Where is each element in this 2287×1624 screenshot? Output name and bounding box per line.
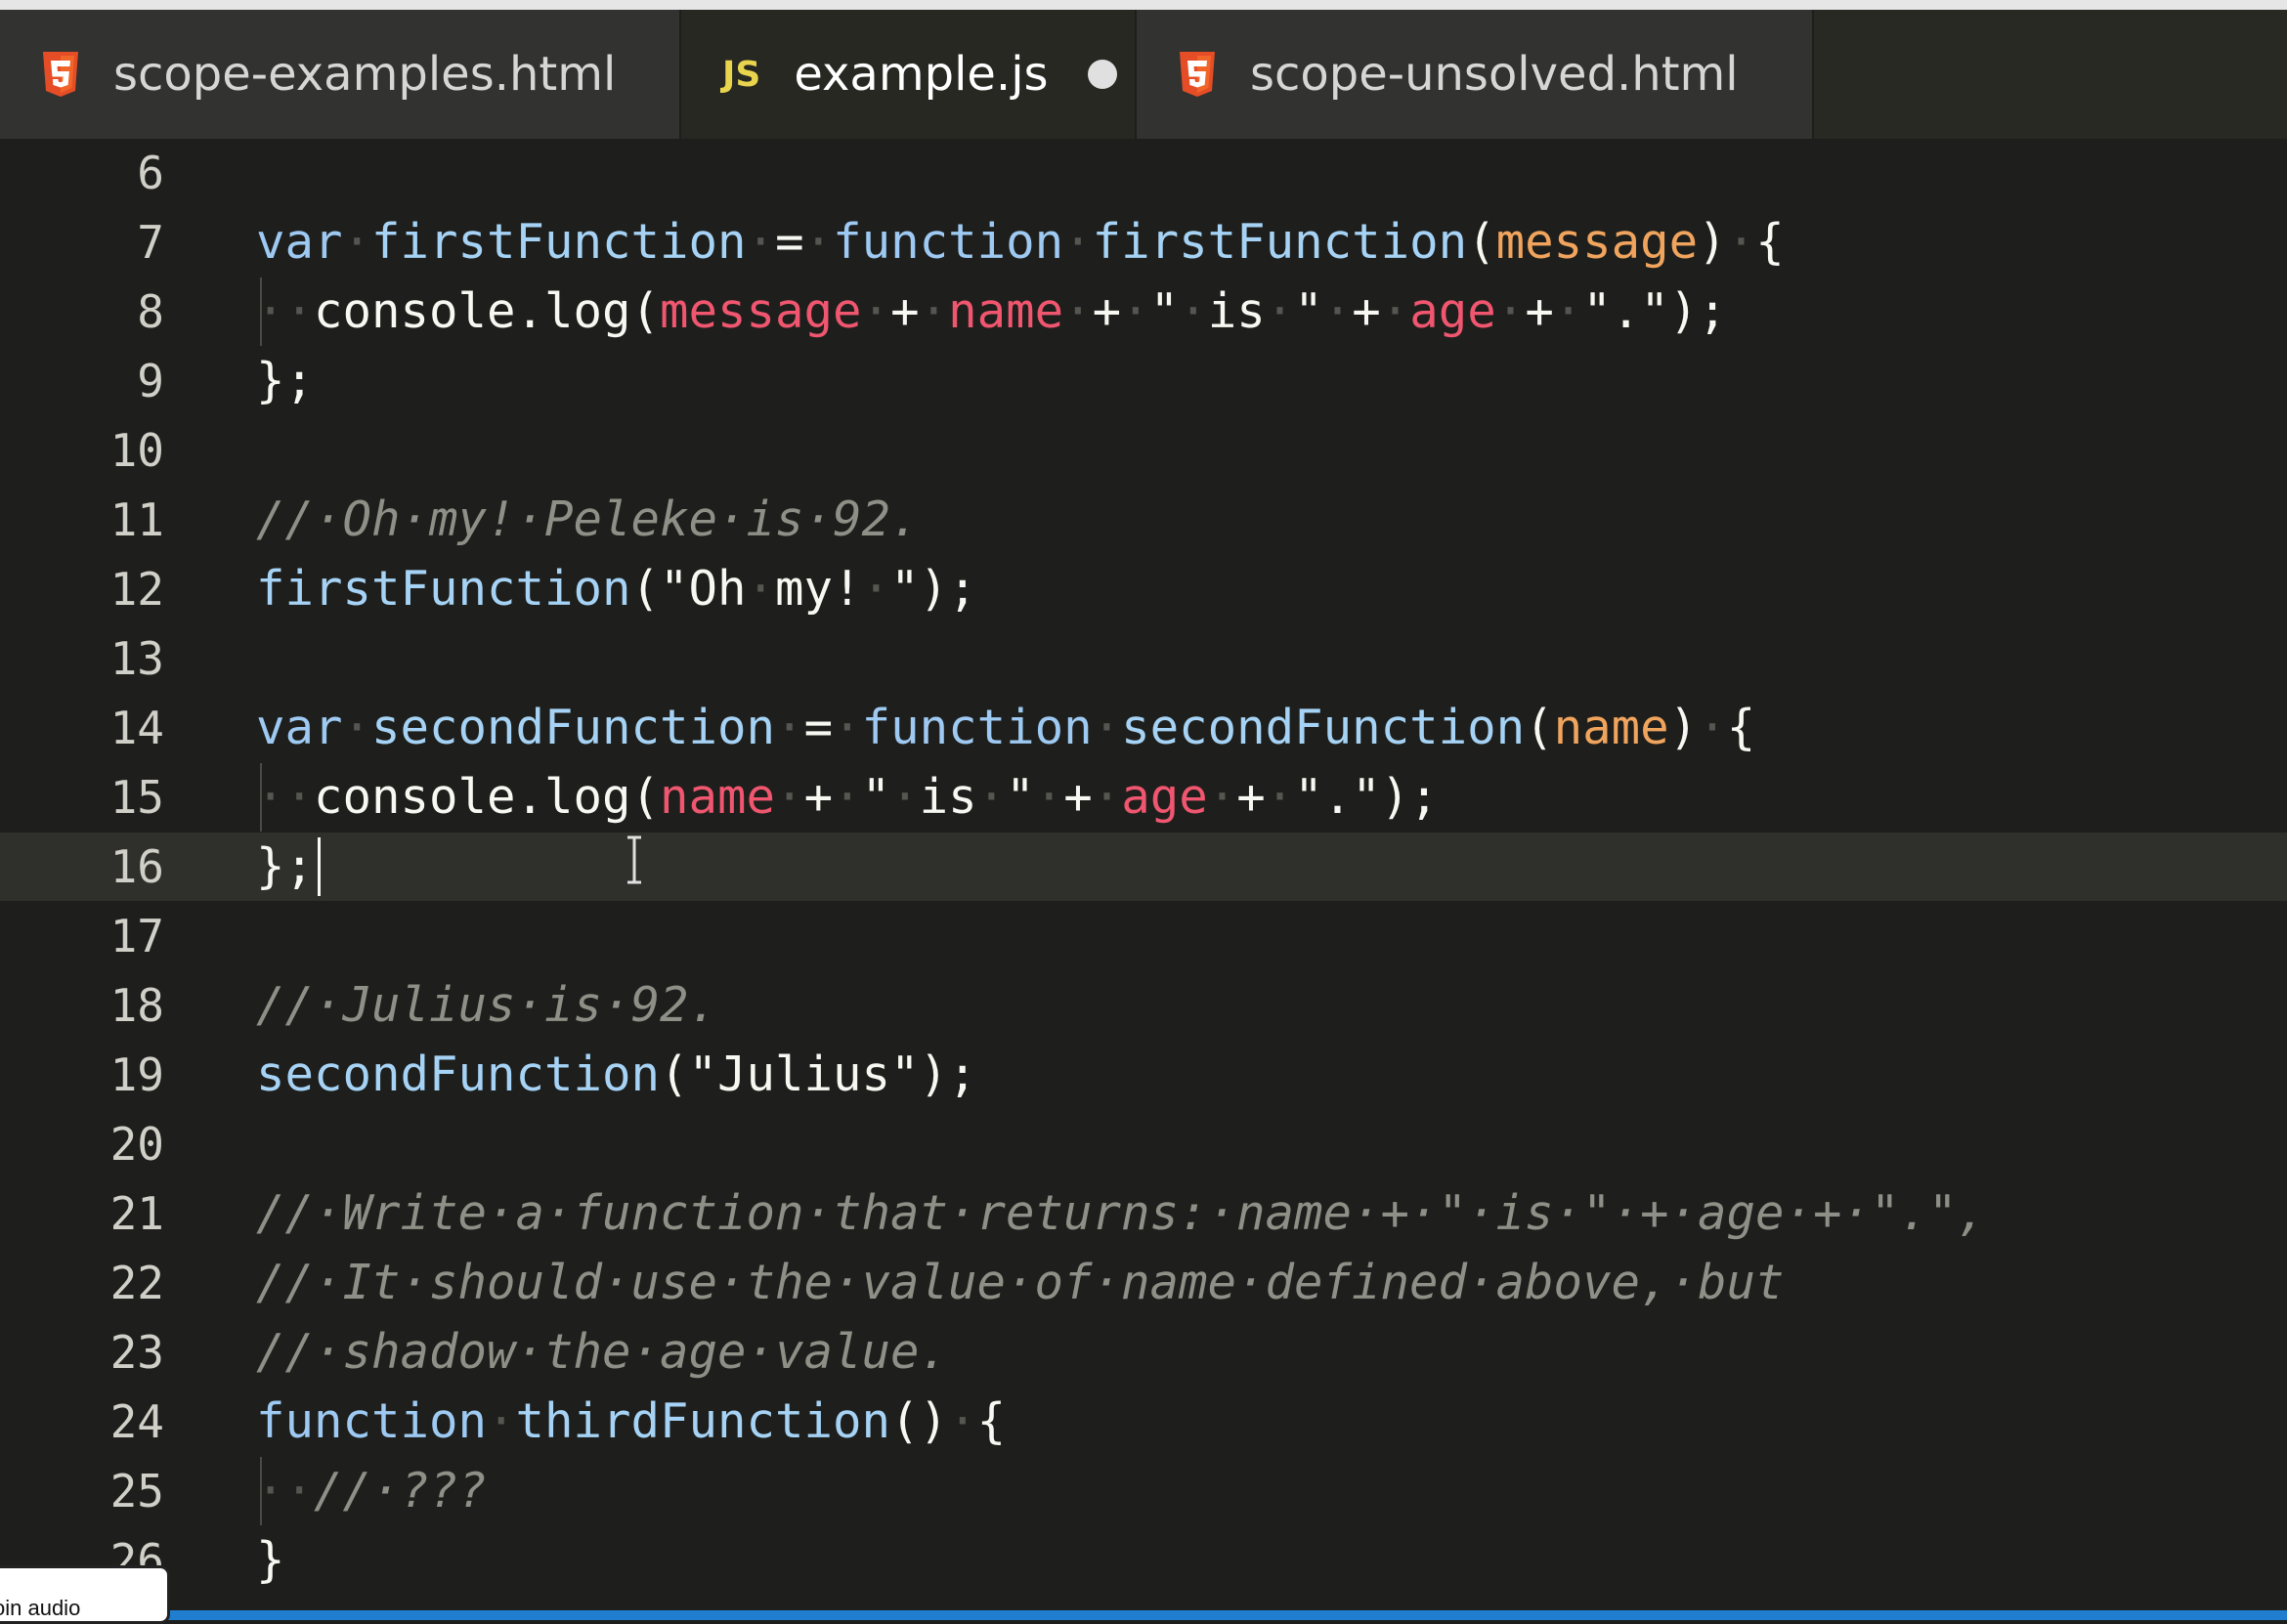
- line-number: 9: [137, 355, 164, 407]
- code-line[interactable]: 13: [0, 624, 2287, 693]
- code-text: }: [256, 1532, 285, 1588]
- code-line[interactable]: 18 //·Julius·is·92.: [0, 971, 2287, 1040]
- code-text: firstFunction("Oh·my!·");: [256, 561, 977, 617]
- code-line[interactable]: 10: [0, 416, 2287, 485]
- code-line[interactable]: 8 ··console.log(message·+·name·+·"·is·"·+…: [0, 278, 2287, 346]
- line-number: 8: [137, 285, 164, 338]
- line-number: 20: [109, 1118, 164, 1171]
- line-number: 25: [109, 1465, 164, 1517]
- text-caret: [318, 837, 322, 896]
- line-number: 21: [109, 1187, 164, 1240]
- tab-label: scope-unsolved.html: [1250, 47, 1739, 102]
- line-number: 14: [109, 702, 164, 754]
- code-line[interactable]: 6: [0, 139, 2287, 207]
- code-text: };: [256, 838, 315, 894]
- js-icon: JS: [722, 54, 761, 95]
- line-number: 13: [109, 632, 164, 685]
- html5-icon: [41, 50, 80, 99]
- code-line[interactable]: 9};: [0, 347, 2287, 415]
- tab-scope-examples[interactable]: scope-examples.html: [0, 10, 681, 139]
- code-line[interactable]: 17: [0, 902, 2287, 970]
- html5-icon: [1178, 50, 1217, 99]
- unsaved-dot-icon[interactable]: [1087, 60, 1117, 89]
- code-line[interactable]: 14 var·secondFunction·=·function·secondFu…: [0, 694, 2287, 762]
- tab-bar: scope-examples.html JS example.js scope-…: [0, 10, 2287, 139]
- line-number: 6: [137, 147, 164, 199]
- code-text: ··//·???: [256, 1463, 488, 1518]
- status-bar: [0, 1610, 2287, 1620]
- code-line[interactable]: 24 function·thirdFunction()·{: [0, 1388, 2287, 1456]
- tab-label: scope-examples.html: [113, 47, 617, 102]
- code-text: //·shadow·the·age·value.: [256, 1324, 949, 1380]
- code-line[interactable]: 12 firstFunction("Oh·my!·");: [0, 555, 2287, 623]
- tab-scope-unsolved[interactable]: scope-unsolved.html: [1137, 10, 1814, 139]
- line-number: 7: [137, 216, 164, 269]
- line-number: 24: [109, 1395, 164, 1448]
- code-line[interactable]: 11 //·Oh·my!·Peleke·is·92.: [0, 486, 2287, 554]
- join-audio-popup[interactable]: oin audio: [0, 1565, 170, 1624]
- code-line[interactable]: 22 //·It·should·use·the·value·of·name·def…: [0, 1249, 2287, 1317]
- line-number: 10: [109, 424, 164, 477]
- text-cursor-ibeam-icon: [627, 835, 641, 884]
- code-line[interactable]: 15 ··console.log(name·+·"·is·"·+·age·+·".…: [0, 763, 2287, 832]
- code-line[interactable]: 7 var·firstFunction·=·function·firstFunct…: [0, 208, 2287, 277]
- code-text: secondFunction("Julius");: [256, 1047, 977, 1102]
- code-line[interactable]: 25 ··//·???: [0, 1457, 2287, 1525]
- line-number: 16: [109, 840, 164, 893]
- code-text: var·secondFunction·=·function·secondFunc…: [256, 700, 1756, 755]
- tab-label: example.js: [794, 47, 1049, 102]
- code-line[interactable]: 19 secondFunction("Julius");: [0, 1041, 2287, 1109]
- line-number: 23: [109, 1326, 164, 1379]
- code-line[interactable]: 26}: [0, 1526, 2287, 1595]
- code-text: ··console.log(name·+·"·is·"·+·age·+·".")…: [256, 769, 1439, 825]
- line-number: 15: [109, 771, 164, 824]
- window-top-strip: [0, 0, 2287, 10]
- code-text: //·Julius·is·92.: [256, 977, 718, 1033]
- code-line[interactable]: 20: [0, 1110, 2287, 1178]
- code-text: ··console.log(message·+·name·+·"·is·"·+·…: [256, 283, 1727, 339]
- code-text: };: [256, 353, 315, 408]
- code-text: //·Write·a·function·that·returns:·name·+…: [256, 1185, 1987, 1241]
- line-number: 19: [109, 1048, 164, 1101]
- join-audio-label: oin audio: [0, 1596, 81, 1620]
- code-text: var·firstFunction·=·function·firstFuncti…: [256, 214, 1785, 270]
- line-number: 22: [109, 1257, 164, 1309]
- code-line[interactable]: 21 //·Write·a·function·that·returns:·name…: [0, 1179, 2287, 1248]
- code-text: function·thirdFunction()·{: [256, 1393, 1007, 1449]
- tab-example-js[interactable]: JS example.js: [681, 10, 1137, 139]
- line-number: 12: [109, 563, 164, 616]
- line-number: 17: [109, 910, 164, 962]
- code-line[interactable]: 16};: [0, 833, 2287, 901]
- code-text: //·It·should·use·the·value·of·name·defin…: [256, 1255, 1785, 1310]
- code-line[interactable]: 23 //·shadow·the·age·value.: [0, 1318, 2287, 1387]
- line-number: 18: [109, 979, 164, 1032]
- code-editor[interactable]: 6 7 var·firstFunction·=·function·firstFunc…: [0, 139, 2287, 1604]
- line-number: 11: [109, 493, 164, 546]
- code-text: //·Oh·my!·Peleke·is·92.: [256, 491, 920, 547]
